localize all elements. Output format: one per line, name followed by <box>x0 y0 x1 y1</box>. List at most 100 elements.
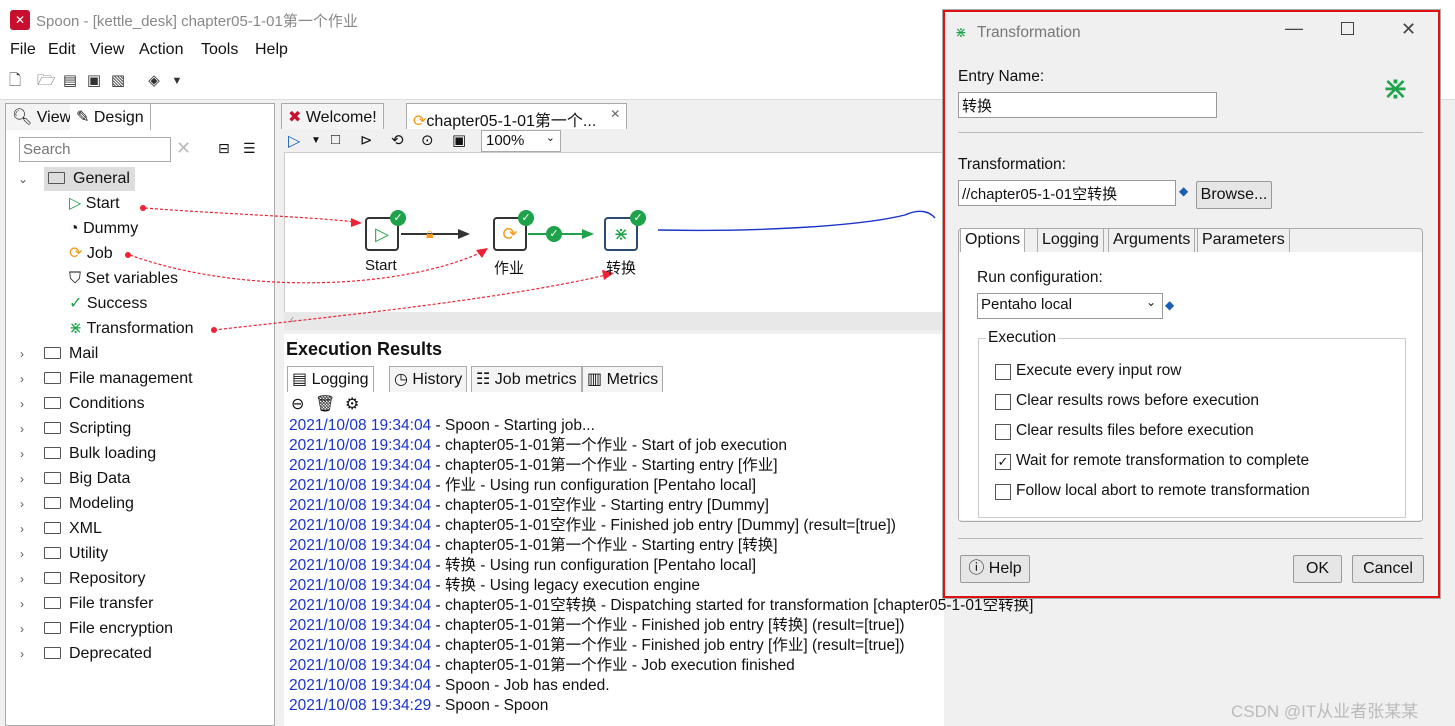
menu-edit[interactable]: Edit <box>48 41 76 59</box>
tab-history[interactable]: ◷ History <box>389 366 468 392</box>
maximize-icon[interactable] <box>1341 22 1354 35</box>
watermark-text: CSDN @IT从业者张某某 <box>1231 702 1419 721</box>
chevron-down-icon[interactable]: ▼ <box>168 72 186 90</box>
steps-search-input[interactable] <box>19 137 171 162</box>
tree-item-job[interactable]: ⟳ Job <box>69 242 113 266</box>
log-timestamp: 2021/10/08 19:34:04 <box>289 657 432 674</box>
set-variables-icon: ⛉ <box>69 270 82 287</box>
option-label: Clear results files before execution <box>1016 422 1254 439</box>
run-icon[interactable]: ▷ <box>288 131 300 151</box>
chevron-right-icon: › <box>20 597 24 611</box>
run-configuration-label: Run configuration: <box>977 269 1103 286</box>
logging-icon: ▤ <box>292 371 312 388</box>
chevron-right-icon: › <box>20 447 24 461</box>
run-configuration-select[interactable]: Pentaho local ⌄ <box>977 293 1163 319</box>
settings-icon[interactable]: ⚙︎ <box>345 394 359 414</box>
trash-icon[interactable]: 🗑︎ <box>315 394 335 414</box>
check-icon[interactable]: ⟲ <box>391 131 404 149</box>
option-checkbox[interactable]: ✓ <box>995 454 1011 470</box>
collapse-all-icon[interactable]: ⊟ <box>218 140 230 157</box>
tree-item-success[interactable]: ✓ Success <box>69 292 147 316</box>
close-tab-icon[interactable]: ✕ <box>610 107 620 121</box>
chevron-right-icon: › <box>20 347 24 361</box>
folder-icon <box>44 647 61 659</box>
save-as-icon[interactable]: ▧ <box>109 72 127 90</box>
log-message: - chapter05-1-01第一个作业 - Job execution fi… <box>431 657 795 674</box>
entry-name-input[interactable] <box>958 92 1217 118</box>
tab-options[interactable]: Options <box>960 228 1026 254</box>
log-line: 2021/10/08 19:34:29 - Spoon - Spoon <box>289 696 548 716</box>
folder-icon <box>44 597 61 609</box>
expand-all-icon[interactable]: ☰ <box>243 140 256 157</box>
tab-metrics[interactable]: ▥ Metrics <box>582 366 664 392</box>
tree-item-start[interactable]: ▷ Start <box>69 192 120 216</box>
transformation-path-input[interactable] <box>958 180 1176 206</box>
log-message: - 转换 - Using run configuration [Pentaho … <box>431 557 757 574</box>
explore-repository-icon[interactable]: ▤ <box>61 72 79 90</box>
ok-button[interactable]: OK <box>1293 555 1342 583</box>
perspective-icon[interactable]: ◈ <box>145 72 163 90</box>
tab-logging[interactable]: ▤ Logging <box>287 366 374 392</box>
menu-view[interactable]: View <box>90 41 124 59</box>
tab-job-chapter05[interactable]: ⟳chapter05-1-01第一个... ✕ <box>406 103 628 130</box>
tab-view[interactable]: 🔍︎ View <box>6 104 79 130</box>
chevron-right-icon: › <box>20 622 24 636</box>
clear-search-icon[interactable]: ✕ <box>176 138 191 159</box>
clear-log-icon[interactable]: ⊖ <box>291 394 304 414</box>
chevron-down-icon[interactable]: ▼ <box>311 135 321 146</box>
chevron-down-icon: ⌄ <box>1145 295 1156 309</box>
log-timestamp: 2021/10/08 19:34:04 <box>289 537 432 554</box>
tree-item-dummy[interactable]: ◔ Dummy <box>69 217 138 241</box>
transformation-icon: ⋇ <box>613 224 629 244</box>
sql-icon[interactable]: ⊙ <box>421 131 434 149</box>
menu-tools[interactable]: Tools <box>201 41 238 59</box>
tab-job-metrics[interactable]: ☷ Job metrics <box>471 366 582 392</box>
menu-action[interactable]: Action <box>139 41 183 59</box>
open-file-icon[interactable]: 🗁 <box>37 72 56 90</box>
option-label: Wait for remote transformation to comple… <box>1016 452 1310 469</box>
help-button[interactable]: ⓘ Help <box>960 555 1030 583</box>
option-checkbox[interactable] <box>995 394 1011 410</box>
chevron-right-icon: › <box>20 397 24 411</box>
tree-item-transformation[interactable]: ⋇ Transformation <box>69 317 194 341</box>
save-icon[interactable]: ▣ <box>85 72 103 90</box>
log-line: 2021/10/08 19:34:04 - chapter05-1-01第一个作… <box>289 656 795 676</box>
tab-parameters[interactable]: Parameters <box>1197 228 1290 254</box>
horizontal-scrollbar[interactable]: ‹ <box>284 312 944 330</box>
log-message: - chapter05-1-01第一个作业 - Finished job ent… <box>431 637 905 654</box>
explore-db-icon[interactable]: ▣ <box>452 131 466 149</box>
variable-icon: ◆ <box>1165 298 1175 312</box>
tab-arguments[interactable]: Arguments <box>1108 228 1196 254</box>
job-icon: ⟳ <box>413 113 427 130</box>
lock-icon: 🔒︎ <box>426 225 434 241</box>
view-tab-icon: 🔍︎ <box>12 109 37 126</box>
option-label: Follow local abort to remote transformat… <box>1016 482 1310 499</box>
stop-icon[interactable]: □ <box>331 131 340 148</box>
close-icon[interactable]: ✕ <box>1401 19 1416 40</box>
log-timestamp: 2021/10/08 19:34:04 <box>289 677 432 694</box>
log-line: 2021/10/08 19:34:04 - 作业 - Using run con… <box>289 476 756 496</box>
play-icon: ▷ <box>375 224 389 244</box>
tree-item-set-variables[interactable]: ⛉ Set variables <box>69 267 178 291</box>
zoom-select[interactable]: 100% ⌄ <box>481 130 561 152</box>
cancel-button[interactable]: Cancel <box>1352 555 1424 583</box>
tab-logging[interactable]: Logging <box>1037 228 1104 254</box>
new-file-icon[interactable]: 🗋 <box>6 72 24 90</box>
browse-button[interactable]: Browse... <box>1196 181 1272 209</box>
option-checkbox[interactable] <box>995 484 1011 500</box>
execution-results-title: Execution Results <box>286 339 443 359</box>
option-checkbox[interactable] <box>995 424 1011 440</box>
log-timestamp: 2021/10/08 19:34:04 <box>289 477 432 494</box>
tab-design[interactable]: ✎ Design <box>70 104 151 130</box>
menu-help[interactable]: Help <box>255 41 288 59</box>
execution-group-label: Execution <box>986 329 1059 347</box>
log-line: 2021/10/08 19:34:04 - 转换 - Using legacy … <box>289 576 700 596</box>
preview-icon[interactable]: ⊳ <box>360 131 373 149</box>
chevron-right-icon: › <box>20 647 24 661</box>
tab-welcome[interactable]: ✖ Welcome! <box>281 103 384 129</box>
minimize-icon[interactable]: — <box>1285 18 1303 39</box>
option-checkbox[interactable] <box>995 364 1011 380</box>
menu-file[interactable]: File <box>10 41 36 59</box>
divider <box>958 132 1423 133</box>
folder-icon <box>48 172 65 184</box>
